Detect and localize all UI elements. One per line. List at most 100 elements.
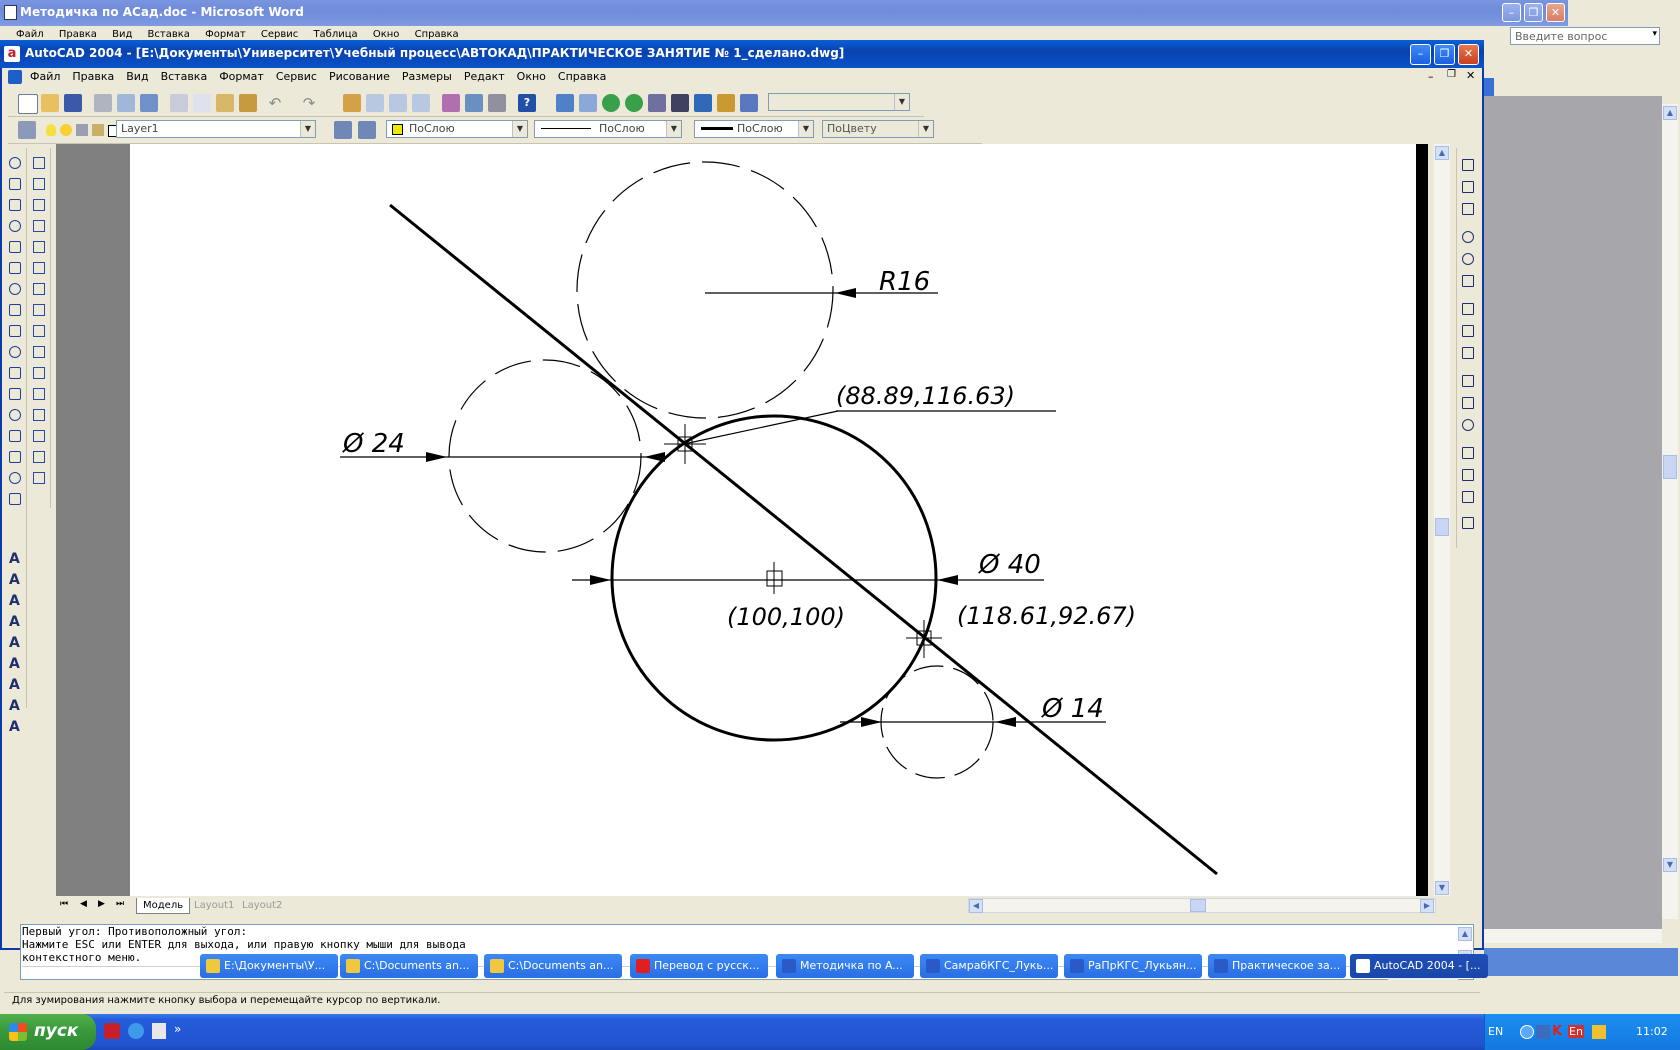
tray-misc-icon[interactable] xyxy=(1592,1025,1606,1039)
justify-text-icon[interactable]: A xyxy=(6,697,24,715)
continue-dim-icon[interactable] xyxy=(1459,344,1477,362)
menu-dimension[interactable]: Размеры xyxy=(396,68,458,86)
offset-icon[interactable] xyxy=(30,217,48,235)
hscroll-thumb[interactable] xyxy=(1190,899,1206,912)
aligned-dim-icon[interactable] xyxy=(1459,178,1477,196)
convert-space-icon[interactable]: A xyxy=(6,718,24,736)
layer-manager-icon[interactable] xyxy=(18,121,36,139)
arc-icon[interactable] xyxy=(6,259,24,277)
tray-network-icon[interactable] xyxy=(1536,1025,1550,1039)
join-icon[interactable] xyxy=(30,406,48,424)
word-close-button[interactable]: ✕ xyxy=(1546,3,1565,22)
construction-line-icon[interactable] xyxy=(6,175,24,193)
spline-icon[interactable] xyxy=(6,322,24,340)
undo-icon[interactable]: ↶ xyxy=(266,94,284,112)
center-mark-icon[interactable] xyxy=(1459,416,1477,434)
menu-draw[interactable]: Рисование xyxy=(323,68,396,86)
task-explorer-docs[interactable]: E:\Документы\У... xyxy=(200,954,338,978)
ql-app-icon[interactable] xyxy=(104,1023,120,1039)
print-preview-icon[interactable] xyxy=(117,94,135,112)
task-word-raprkgs[interactable]: РаПрКГС_Лукьян... xyxy=(1064,954,1202,978)
layer-dropdown[interactable]: Layer1 ▼ xyxy=(116,120,316,138)
radius-dim-icon[interactable] xyxy=(1459,228,1477,246)
word-minimize-button[interactable]: – xyxy=(1502,3,1521,22)
angular-dim-icon[interactable] xyxy=(1459,272,1477,290)
new-icon[interactable] xyxy=(18,94,38,114)
menu-file[interactable]: Файл xyxy=(24,68,66,86)
hscroll-left[interactable]: ◀ xyxy=(969,899,983,913)
publish-icon[interactable] xyxy=(140,94,158,112)
word-help-input[interactable]: Введите вопрос xyxy=(1515,30,1607,43)
text-icon[interactable]: A xyxy=(6,550,24,568)
zoom-previous-icon[interactable] xyxy=(412,94,430,112)
chamfer-icon[interactable] xyxy=(30,427,48,445)
render-icon[interactable] xyxy=(648,94,666,112)
word-menu-window[interactable]: Окно xyxy=(367,26,406,40)
task-word-methodichka[interactable]: Методичка по A... xyxy=(776,954,914,978)
chevron-down-icon[interactable]: ▼ xyxy=(300,121,315,137)
task-autocad[interactable]: AutoCAD 2004 - [... xyxy=(1350,954,1488,978)
design-center-icon[interactable] xyxy=(465,94,483,112)
circle-r16-dashed[interactable] xyxy=(576,161,834,419)
doc-close-button[interactable]: ✕ xyxy=(1466,69,1475,82)
hscroll-right[interactable]: ▶ xyxy=(1420,899,1434,913)
doc-minimize-button[interactable]: – xyxy=(1428,70,1434,83)
globe-arrow-icon[interactable] xyxy=(625,94,643,112)
dim-update-icon[interactable] xyxy=(1459,488,1477,506)
globe-icon[interactable] xyxy=(602,94,620,112)
word-hscroll[interactable] xyxy=(1484,929,1662,943)
menu-modify[interactable]: Редакт xyxy=(458,68,511,86)
save-icon[interactable] xyxy=(64,94,82,112)
plot-icon[interactable] xyxy=(92,124,104,136)
ql-more-icon[interactable]: » xyxy=(174,1022,181,1036)
tray-lang-label[interactable]: En xyxy=(1568,1025,1584,1038)
autocad-maximize-button[interactable]: ❐ xyxy=(1434,44,1455,65)
ellipse-arc-icon[interactable] xyxy=(6,364,24,382)
named-view-dropdown[interactable]: ▼ xyxy=(768,93,910,111)
db-connect-icon[interactable] xyxy=(694,94,712,112)
lineweight-dropdown[interactable]: ПоСлою ▼ xyxy=(694,120,814,138)
word-menu-file[interactable]: Файл xyxy=(10,26,50,40)
lightbulb-icon[interactable] xyxy=(46,124,56,136)
cut-icon[interactable] xyxy=(170,94,188,112)
task-word-practical[interactable]: Практическое за... xyxy=(1208,954,1346,978)
linetype-dropdown[interactable]: ПоСлою ▼ xyxy=(534,120,682,138)
task-opera-translate[interactable]: Перевод с русск... xyxy=(630,954,768,978)
web-toolbar-icon[interactable] xyxy=(556,94,574,112)
ellipse-icon[interactable] xyxy=(6,343,24,361)
dimedit-icon[interactable] xyxy=(1459,444,1477,462)
word-menu-edit[interactable]: Правка xyxy=(53,26,103,40)
tray-arrow-icon[interactable] xyxy=(1520,1025,1534,1039)
erase-icon[interactable] xyxy=(30,154,48,172)
ql-ie-icon[interactable] xyxy=(128,1023,144,1039)
chevron-down-icon[interactable]: ▼ xyxy=(512,121,527,137)
word-maximize-button[interactable]: ❐ xyxy=(1524,3,1543,22)
baseline-dim-icon[interactable] xyxy=(1459,322,1477,340)
zoom-toolbar-icon[interactable] xyxy=(579,94,597,112)
menu-edit[interactable]: Правка xyxy=(66,68,120,86)
secant-line[interactable] xyxy=(389,203,1218,876)
word-menu-insert[interactable]: Вставка xyxy=(142,26,196,40)
menu-tools[interactable]: Сервис xyxy=(270,68,323,86)
redo-icon[interactable]: ↷ xyxy=(300,94,318,112)
tab-layout1[interactable]: Layout1 xyxy=(188,898,240,913)
menu-view[interactable]: Вид xyxy=(120,68,154,86)
tray-kaspersky-icon[interactable]: K xyxy=(1552,1024,1562,1039)
polygon-icon[interactable] xyxy=(6,217,24,235)
break-icon[interactable] xyxy=(30,385,48,403)
markup-icon[interactable] xyxy=(717,94,735,112)
tolerance-icon[interactable] xyxy=(1459,394,1477,412)
drawing-canvas[interactable]: R16 Ø 24 Ø 40 Ø 14 (88.89,116.63) (100,1… xyxy=(130,144,1416,896)
tab-model[interactable]: Модель xyxy=(136,898,191,914)
linear-dim-icon[interactable] xyxy=(1459,156,1477,174)
tab-nav-prev[interactable]: ◀ xyxy=(80,899,87,909)
chevron-down-icon[interactable]: ▼ xyxy=(666,121,681,137)
text-style-icon[interactable]: A xyxy=(6,655,24,673)
circle-icon[interactable] xyxy=(6,280,24,298)
point-icon[interactable] xyxy=(6,427,24,445)
array-icon[interactable] xyxy=(30,238,48,256)
open-icon[interactable] xyxy=(41,94,59,112)
drawing-scroll-down[interactable]: ▼ xyxy=(1435,881,1449,895)
doc-restore-button[interactable]: ❐ xyxy=(1447,69,1456,80)
task-word-samrab[interactable]: СамрабКГС_Лукь... xyxy=(920,954,1058,978)
